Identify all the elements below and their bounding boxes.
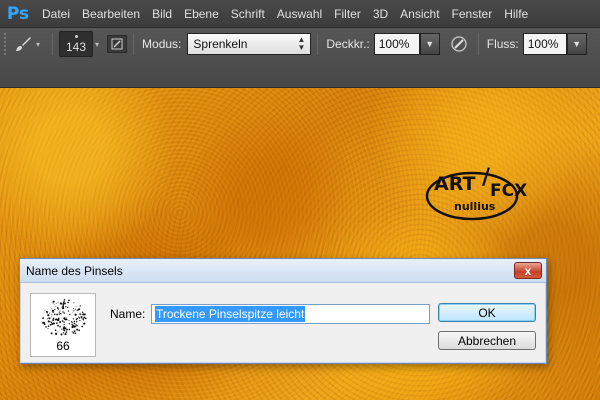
options-bar: ▾ 143 ▾ Modus: Sprenkeln ▲ ▼ Deckkr.: 100… xyxy=(0,28,600,88)
flow-field[interactable]: 100% xyxy=(522,33,567,55)
airbrush-icon[interactable] xyxy=(446,33,472,55)
opacity-dropdown-icon[interactable]: ▼ xyxy=(419,33,440,55)
menu-item-hilfe[interactable]: Hilfe xyxy=(498,0,534,28)
mode-value: Sprenkeln xyxy=(193,37,248,51)
close-button[interactable]: x xyxy=(514,262,542,279)
brush-name-dialog: Name des Pinsels x 66 Name: Trockene Pin… xyxy=(19,258,547,364)
divider xyxy=(52,33,54,55)
menu-item-filter[interactable]: Filter xyxy=(328,0,367,28)
brush-picker-arrow-icon[interactable]: ▾ xyxy=(95,40,99,49)
ok-button[interactable]: OK xyxy=(438,303,536,322)
menu-item-auswahl[interactable]: Auswahl xyxy=(271,0,328,28)
tool-preset-arrow-icon[interactable]: ▾ xyxy=(36,40,40,49)
divider xyxy=(477,33,479,55)
name-label: Name: xyxy=(110,307,146,321)
dialog-title: Name des Pinsels xyxy=(26,264,123,278)
divider xyxy=(133,33,135,55)
menu-item-datei[interactable]: Datei xyxy=(36,0,76,28)
logo-bottom-text: nullius xyxy=(454,200,496,213)
brush-size-picker[interactable]: 143 xyxy=(59,31,94,57)
mode-label: Modus: xyxy=(142,37,182,51)
menu-bar: Ps Datei Bearbeiten Bild Ebene Schrift A… xyxy=(0,0,600,28)
menu-item-ebene[interactable]: Ebene xyxy=(178,0,225,28)
mode-select[interactable]: Sprenkeln ▲ ▼ xyxy=(187,33,312,55)
divider xyxy=(317,33,319,55)
opacity-field[interactable]: 100% xyxy=(373,33,420,55)
close-icon: x xyxy=(524,263,532,278)
name-input-value: Trockene Pinselspitze leicht xyxy=(155,306,306,322)
opacity-label: Deckkr.: xyxy=(326,37,370,51)
flow-label: Fluss: xyxy=(486,37,519,51)
menu-item-3d[interactable]: 3D xyxy=(367,0,394,28)
brush-preview: 66 xyxy=(30,293,96,357)
artfcx-logo: ART / FCX nullius xyxy=(424,160,528,224)
dialog-title-bar[interactable]: Name des Pinsels x xyxy=(20,259,546,283)
menu-item-fenster[interactable]: Fenster xyxy=(446,0,499,28)
brush-panel-icon[interactable] xyxy=(107,35,128,53)
cancel-button[interactable]: Abbrechen xyxy=(438,331,536,350)
select-arrows-icon: ▲ ▼ xyxy=(297,35,306,52)
flow-dropdown-icon[interactable]: ▼ xyxy=(566,33,587,55)
logo-right-text: FCX xyxy=(490,181,527,201)
brush-size-label: 66 xyxy=(56,339,70,353)
brush-tip-preview-icon xyxy=(42,298,87,336)
menu-item-schrift[interactable]: Schrift xyxy=(225,0,271,28)
logo-top-text: ART xyxy=(434,173,475,195)
options-row: ▾ 143 ▾ Modus: Sprenkeln ▲ ▼ Deckkr.: 100… xyxy=(0,28,600,60)
brush-icon[interactable] xyxy=(10,33,36,55)
menu-item-bild[interactable]: Bild xyxy=(146,0,178,28)
menu-item-bearbeiten[interactable]: Bearbeiten xyxy=(76,0,146,28)
app-logo: Ps xyxy=(6,3,30,24)
name-input[interactable]: Trockene Pinselspitze leicht xyxy=(151,304,430,324)
menu-item-ansicht[interactable]: Ansicht xyxy=(394,0,445,28)
